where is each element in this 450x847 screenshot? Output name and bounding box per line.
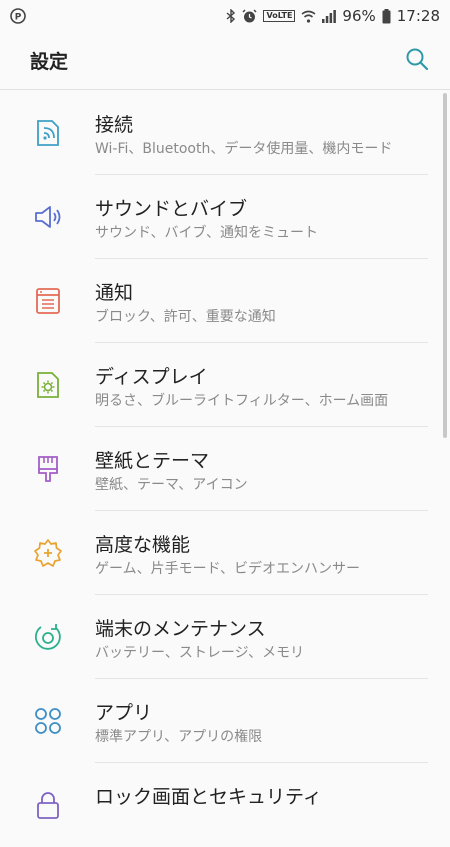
page-title: 設定: [30, 51, 69, 73]
settings-item-lock-screen-security[interactable]: ロック画面とセキュリティ: [0, 763, 450, 847]
settings-item-subtitle: 壁紙、テーマ、アイコン: [95, 477, 248, 493]
settings-item-notifications[interactable]: 通知 ブロック、許可、重要な通知: [0, 259, 450, 343]
settings-item-label: ディスプレイ: [95, 366, 208, 388]
svg-text:P: P: [15, 13, 22, 23]
search-button[interactable]: [402, 46, 432, 76]
scrollbar[interactable]: [443, 93, 447, 438]
p-notification-icon: P: [10, 8, 26, 24]
settings-item-subtitle: 明るさ、ブルーライトフィルター、ホーム画面: [95, 393, 389, 409]
settings-item-subtitle: バッテリー、ストレージ、メモリ: [95, 645, 305, 661]
search-icon: [405, 47, 429, 75]
settings-item-device-maintenance[interactable]: 端末のメンテナンス バッテリー、ストレージ、メモリ: [0, 595, 450, 679]
settings-item-label: 高度な機能: [95, 534, 191, 556]
settings-item-display[interactable]: ディスプレイ 明るさ、ブルーライトフィルター、ホーム画面: [0, 343, 450, 427]
clock: 17:28: [396, 7, 440, 25]
settings-item-label: 接続: [95, 114, 134, 136]
advanced-features-icon: [30, 535, 66, 571]
notifications-icon: [30, 283, 66, 319]
sound-icon: [30, 199, 66, 235]
app-header: 設定: [0, 32, 450, 90]
settings-item-label: ロック画面とセキュリティ: [95, 786, 322, 808]
settings-list: 接続 Wi-Fi、Bluetooth、データ使用量、機内モード サウンドとバイブ…: [0, 91, 450, 847]
volte-badge: VoLTE: [263, 10, 296, 22]
status-bar: P VoLTE 96% 17:28: [0, 0, 450, 32]
settings-item-label: 通知: [95, 282, 134, 304]
settings-item-subtitle: サウンド、バイブ、通知をミュート: [95, 225, 319, 241]
settings-item-apps[interactable]: アプリ 標準アプリ、アプリの権限: [0, 679, 450, 763]
wallpaper-icon: [30, 451, 66, 487]
device-maintenance-icon: [30, 619, 66, 655]
settings-item-advanced-features[interactable]: 高度な機能 ゲーム、片手モード、ビデオエンハンサー: [0, 511, 450, 595]
settings-item-label: サウンドとバイブ: [95, 198, 248, 220]
settings-item-connections[interactable]: 接続 Wi-Fi、Bluetooth、データ使用量、機内モード: [0, 91, 450, 175]
settings-item-subtitle: Wi-Fi、Bluetooth、データ使用量、機内モード: [95, 141, 393, 157]
settings-item-label: 壁紙とテーマ: [95, 450, 210, 472]
settings-item-wallpaper-themes[interactable]: 壁紙とテーマ 壁紙、テーマ、アイコン: [0, 427, 450, 511]
lock-icon: [30, 787, 66, 823]
wifi-icon: [301, 10, 316, 23]
apps-icon: [30, 703, 66, 739]
alarm-icon: [242, 8, 257, 24]
bluetooth-icon: [226, 9, 236, 23]
battery-percent: 96%: [342, 7, 376, 25]
settings-item-label: 端末のメンテナンス: [95, 618, 266, 640]
settings-item-label: アプリ: [95, 702, 153, 724]
settings-item-subtitle: 標準アプリ、アプリの権限: [95, 729, 263, 745]
signal-icon: [322, 9, 337, 23]
settings-item-sound[interactable]: サウンドとバイブ サウンド、バイブ、通知をミュート: [0, 175, 450, 259]
settings-item-subtitle: ゲーム、片手モード、ビデオエンハンサー: [95, 561, 361, 577]
display-icon: [30, 367, 66, 403]
connections-icon: [30, 115, 66, 151]
settings-item-subtitle: ブロック、許可、重要な通知: [95, 309, 276, 325]
battery-icon: [382, 8, 391, 24]
